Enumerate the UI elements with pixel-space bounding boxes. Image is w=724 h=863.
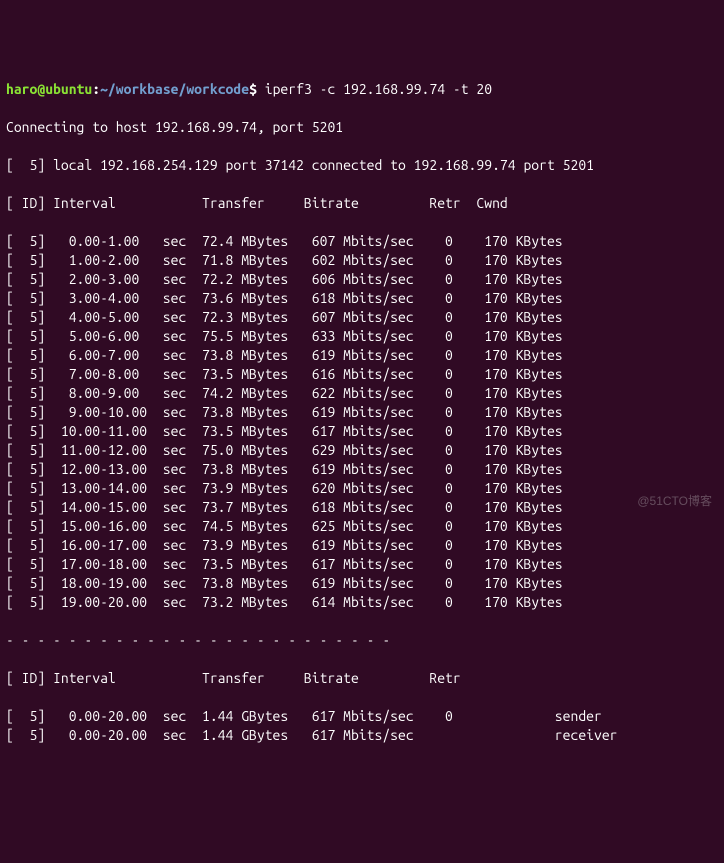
prompt-user-host: haro@ubuntu xyxy=(6,81,92,97)
summary-rows: [ 5] 0.00-20.00 sec 1.44 GBytes 617 Mbit… xyxy=(6,707,718,745)
table-row: [ 5] 12.00-13.00 sec 73.8 MBytes 619 Mbi… xyxy=(6,460,718,479)
table-row: [ 5] 7.00-8.00 sec 73.5 MBytes 616 Mbits… xyxy=(6,365,718,384)
table-row: [ 5] 10.00-11.00 sec 73.5 MBytes 617 Mbi… xyxy=(6,422,718,441)
table-row: [ 5] 5.00-6.00 sec 75.5 MBytes 633 Mbits… xyxy=(6,327,718,346)
table-row: [ 5] 8.00-9.00 sec 74.2 MBytes 622 Mbits… xyxy=(6,384,718,403)
prompt-symbol: $ xyxy=(249,81,257,97)
prompt-path: ~/workbase/workcode xyxy=(100,81,249,97)
table-row: [ 5] 17.00-18.00 sec 73.5 MBytes 617 Mbi… xyxy=(6,555,718,574)
separator-line: - - - - - - - - - - - - - - - - - - - - … xyxy=(6,631,718,650)
table-row: [ 5] 15.00-16.00 sec 74.5 MBytes 625 Mbi… xyxy=(6,517,718,536)
connecting-line: Connecting to host 192.168.99.74, port 5… xyxy=(6,118,718,137)
table-row: [ 5] 18.00-19.00 sec 73.8 MBytes 619 Mbi… xyxy=(6,574,718,593)
local-line: [ 5] local 192.168.254.129 port 37142 co… xyxy=(6,156,718,175)
table-row: [ 5] 11.00-12.00 sec 75.0 MBytes 629 Mbi… xyxy=(6,441,718,460)
table-row: [ 5] 2.00-3.00 sec 72.2 MBytes 606 Mbits… xyxy=(6,270,718,289)
prompt-colon: : xyxy=(92,81,100,97)
table-row: [ 5] 1.00-2.00 sec 71.8 MBytes 602 Mbits… xyxy=(6,251,718,270)
table-row: [ 5] 0.00-1.00 sec 72.4 MBytes 607 Mbits… xyxy=(6,232,718,251)
interval-rows: [ 5] 0.00-1.00 sec 72.4 MBytes 607 Mbits… xyxy=(6,232,718,612)
table-row: [ 5] 13.00-14.00 sec 73.9 MBytes 620 Mbi… xyxy=(6,479,718,498)
watermark-text: @51CTO博客 xyxy=(637,492,712,511)
table-row: [ 5] 14.00-15.00 sec 73.7 MBytes 618 Mbi… xyxy=(6,498,718,517)
table-row: [ 5] 3.00-4.00 sec 73.6 MBytes 618 Mbits… xyxy=(6,289,718,308)
header-row-1: [ ID] Interval Transfer Bitrate Retr Cwn… xyxy=(6,194,718,213)
command-text: iperf3 -c 192.168.99.74 -t 20 xyxy=(265,81,492,97)
summary-row: [ 5] 0.00-20.00 sec 1.44 GBytes 617 Mbit… xyxy=(6,707,718,726)
prompt-line[interactable]: haro@ubuntu:~/workbase/workcode$ iperf3 … xyxy=(6,80,718,99)
header-row-2: [ ID] Interval Transfer Bitrate Retr xyxy=(6,669,718,688)
table-row: [ 5] 9.00-10.00 sec 73.8 MBytes 619 Mbit… xyxy=(6,403,718,422)
table-row: [ 5] 4.00-5.00 sec 72.3 MBytes 607 Mbits… xyxy=(6,308,718,327)
summary-row: [ 5] 0.00-20.00 sec 1.44 GBytes 617 Mbit… xyxy=(6,726,718,745)
table-row: [ 5] 6.00-7.00 sec 73.8 MBytes 619 Mbits… xyxy=(6,346,718,365)
table-row: [ 5] 16.00-17.00 sec 73.9 MBytes 619 Mbi… xyxy=(6,536,718,555)
table-row: [ 5] 19.00-20.00 sec 73.2 MBytes 614 Mbi… xyxy=(6,593,718,612)
